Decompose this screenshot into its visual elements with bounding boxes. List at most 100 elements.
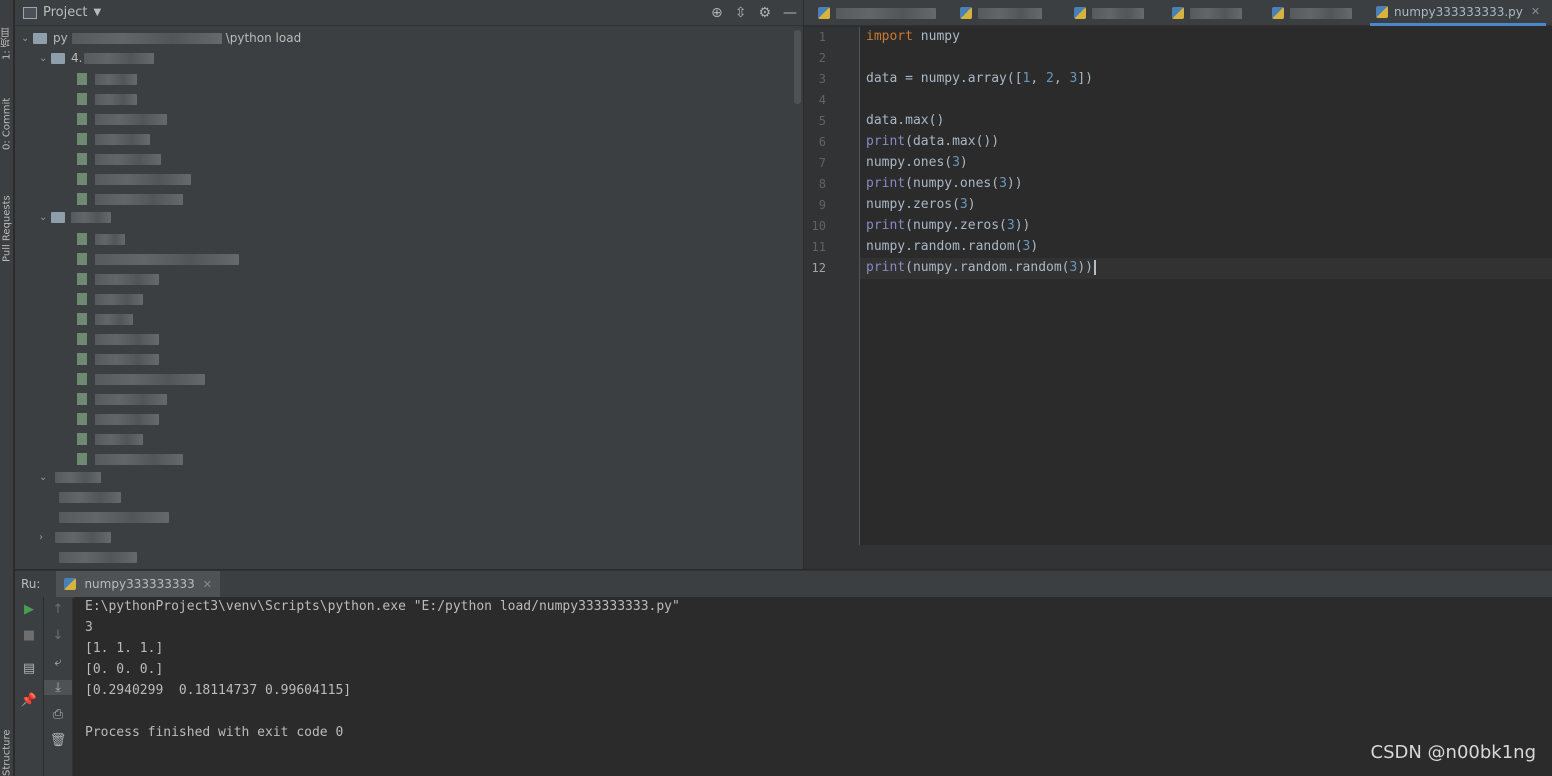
code-token: 3 bbox=[959, 197, 968, 212]
console-line: Process finished with exit code 0 bbox=[85, 725, 344, 740]
chevron-down-icon[interactable]: ⌄ bbox=[39, 472, 51, 483]
tree-file[interactable] bbox=[77, 230, 125, 248]
tree-file[interactable] bbox=[59, 548, 137, 566]
structure-tool-button[interactable]: Structure bbox=[0, 716, 14, 776]
python-file-icon bbox=[818, 7, 830, 19]
tree-file[interactable] bbox=[77, 150, 161, 168]
redacted-text bbox=[978, 7, 1042, 19]
tree-file[interactable] bbox=[77, 430, 143, 448]
editor-tab[interactable] bbox=[1266, 0, 1358, 26]
pull-requests-tool-button[interactable]: Pull Requests bbox=[0, 170, 14, 262]
layout-icon[interactable]: ▤ bbox=[15, 661, 43, 676]
tree-scrollbar[interactable] bbox=[794, 30, 801, 104]
tree-file[interactable] bbox=[77, 410, 159, 428]
tree-file[interactable] bbox=[77, 270, 159, 288]
tree-file[interactable] bbox=[77, 350, 159, 368]
editor-tab[interactable] bbox=[954, 0, 1048, 26]
tree-file[interactable] bbox=[77, 370, 205, 388]
project-tool-button[interactable]: 1: 项目 bbox=[0, 4, 14, 60]
code-line: print(numpy.ones(3)) bbox=[866, 176, 1023, 191]
chevron-right-icon[interactable]: › bbox=[39, 532, 51, 543]
tree-folder[interactable]: ⌄ bbox=[39, 468, 101, 486]
redacted-text bbox=[1290, 7, 1352, 19]
trash-icon[interactable]: 🗑 bbox=[44, 733, 72, 748]
tree-folder[interactable]: ⌄ bbox=[39, 208, 111, 226]
tree-file[interactable] bbox=[77, 170, 191, 188]
console-line: 3 bbox=[85, 620, 93, 635]
code-token: 3 bbox=[1006, 218, 1015, 233]
tree-root-folder[interactable]: ⌄ py \python load bbox=[21, 29, 301, 47]
tree-file[interactable] bbox=[77, 290, 143, 308]
print-icon[interactable]: ⎙ bbox=[44, 707, 72, 722]
tree-folder[interactable]: › bbox=[39, 528, 111, 546]
file-icon bbox=[77, 273, 87, 285]
redacted-text bbox=[84, 52, 155, 64]
tree-file[interactable] bbox=[59, 508, 169, 526]
chevron-down-icon[interactable]: ⌄ bbox=[39, 212, 51, 223]
pin-icon[interactable]: 📌 bbox=[15, 693, 43, 708]
tree-file[interactable] bbox=[77, 310, 133, 328]
code-token: 2 bbox=[1046, 71, 1054, 86]
redacted-text bbox=[55, 471, 101, 483]
redacted-text bbox=[71, 211, 111, 223]
code-token: import bbox=[866, 29, 913, 44]
tree-file[interactable] bbox=[77, 190, 183, 208]
tree-file[interactable] bbox=[77, 110, 167, 128]
tree-file[interactable] bbox=[77, 390, 167, 408]
python-file-icon bbox=[1272, 7, 1284, 19]
redacted-text bbox=[95, 133, 150, 145]
left-tool-strip: 1: 项目 0: Commit Pull Requests Structure bbox=[0, 0, 14, 776]
scroll-up-icon[interactable]: ↑ bbox=[44, 602, 72, 617]
code-editor[interactable]: 1 2 3 4 5 6 7 8 9 10 11 12 import numpy … bbox=[804, 27, 1552, 545]
redacted-text bbox=[95, 253, 239, 265]
project-panel: Project ▼ ⊕ ⇳ ⚙ — ⌄ py \python load ⌄ 4.… bbox=[15, 0, 803, 569]
line-number: 6 bbox=[818, 135, 826, 149]
console-line: [0. 0. 0.] bbox=[85, 662, 164, 677]
redacted-text bbox=[95, 173, 191, 185]
console-output[interactable]: E:\pythonProject3\venv\Scripts\python.ex… bbox=[74, 597, 1552, 776]
line-number: 5 bbox=[818, 114, 826, 128]
editor-tab-active[interactable]: numpy333333333.py ✕ bbox=[1370, 0, 1547, 26]
stop-icon[interactable]: ■ bbox=[15, 628, 43, 643]
collapse-icon[interactable]: ⇳ bbox=[735, 5, 747, 21]
editor-tab[interactable] bbox=[1068, 0, 1150, 26]
editor-tab[interactable] bbox=[812, 0, 942, 26]
scroll-end-icon[interactable]: ⤓ bbox=[44, 680, 72, 695]
gear-icon[interactable]: ⚙ bbox=[758, 5, 771, 21]
tree-file[interactable] bbox=[59, 488, 121, 506]
code-token: print bbox=[866, 260, 906, 275]
tree-file[interactable] bbox=[77, 70, 137, 88]
project-view-selector[interactable]: Project bbox=[43, 5, 87, 20]
close-icon[interactable]: ✕ bbox=[1531, 5, 1540, 18]
chevron-down-icon[interactable]: ⌄ bbox=[21, 33, 33, 44]
tree-file[interactable] bbox=[77, 90, 137, 108]
chevron-down-icon[interactable]: ▼ bbox=[93, 7, 101, 18]
close-icon[interactable]: ✕ bbox=[203, 578, 212, 591]
chevron-down-icon[interactable]: ⌄ bbox=[39, 53, 51, 64]
run-panel-label: Ru: bbox=[21, 577, 41, 591]
file-icon bbox=[77, 373, 87, 385]
tree-file[interactable] bbox=[77, 130, 150, 148]
minimize-icon[interactable]: — bbox=[783, 5, 797, 21]
run-icon[interactable]: ▶ bbox=[15, 602, 43, 617]
file-icon bbox=[77, 193, 87, 205]
run-config-tab[interactable]: numpy333333333 ✕ bbox=[56, 570, 221, 598]
tree-file[interactable] bbox=[77, 330, 159, 348]
code-token: 1 bbox=[1022, 71, 1031, 86]
file-icon bbox=[77, 233, 87, 245]
file-icon bbox=[77, 433, 87, 445]
line-number: 2 bbox=[818, 51, 826, 65]
line-number: 3 bbox=[818, 72, 826, 86]
file-icon bbox=[77, 313, 87, 325]
soft-wrap-icon[interactable]: ⤶ bbox=[44, 655, 72, 670]
locate-icon[interactable]: ⊕ bbox=[711, 5, 723, 21]
tree-file[interactable] bbox=[77, 450, 183, 468]
scroll-down-icon[interactable]: ↓ bbox=[44, 628, 72, 643]
editor-tab[interactable] bbox=[1166, 0, 1248, 26]
commit-tool-button[interactable]: 0: Commit bbox=[0, 78, 14, 150]
run-toolbar-secondary: ↑ ↓ ⤶ ⤓ ⎙ 🗑 bbox=[44, 597, 73, 776]
tree-folder[interactable]: ⌄ 4. bbox=[39, 49, 155, 67]
redacted-text bbox=[55, 531, 111, 543]
tree-file[interactable] bbox=[77, 250, 239, 268]
line-number: 1 bbox=[818, 30, 826, 44]
